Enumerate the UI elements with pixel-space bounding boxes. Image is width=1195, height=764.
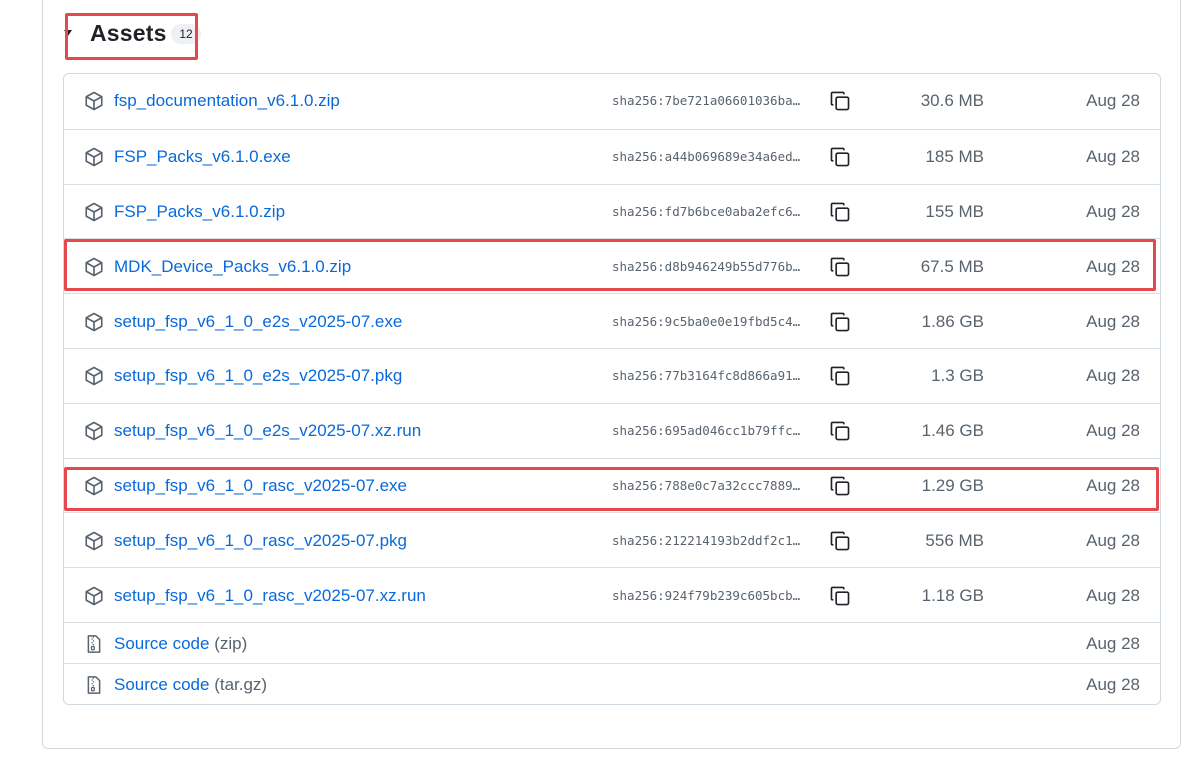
source-code-format: (tar.gz): [214, 674, 268, 694]
sha256-digest: sha256:d8b946249b55d776b…: [612, 258, 801, 274]
asset-row: setup_fsp_v6_1_0_rasc_v2025-07.exe sha256…: [64, 457, 1160, 513]
asset-link[interactable]: setup_fsp_v6_1_0_e2s_v2025-07.pkg: [114, 366, 402, 386]
asset-row: setup_fsp_v6_1_0_e2s_v2025-07.pkg sha256:…: [64, 348, 1160, 403]
source-code-row: Source code (zip) Aug 28: [64, 622, 1160, 663]
asset-date: Aug 28: [1086, 530, 1140, 550]
assets-count-badge: 12: [171, 24, 201, 44]
copy-icon[interactable]: [829, 530, 851, 552]
asset-row: setup_fsp_v6_1_0_e2s_v2025-07.xz.run sha2…: [64, 402, 1160, 458]
copy-icon[interactable]: [829, 201, 851, 223]
asset-link[interactable]: setup_fsp_v6_1_0_e2s_v2025-07.exe: [114, 312, 402, 332]
file-zip-icon: [84, 634, 104, 654]
asset-size: 155 MB: [925, 201, 984, 221]
copy-icon[interactable]: [829, 475, 851, 497]
asset-row: FSP_Packs_v6.1.0.exe sha256:a44b069689e34…: [64, 128, 1160, 184]
asset-link[interactable]: setup_fsp_v6_1_0_rasc_v2025-07.xz.run: [114, 586, 426, 606]
copy-icon[interactable]: [829, 311, 851, 333]
copy-icon[interactable]: [829, 146, 851, 168]
package-icon: [84, 257, 104, 277]
sha256-digest: sha256:77b3164fc8d866a91…: [612, 368, 801, 384]
package-icon: [84, 476, 104, 496]
source-code-date: Aug 28: [1086, 633, 1140, 653]
asset-size: 67.5 MB: [920, 256, 984, 276]
asset-row: setup_fsp_v6_1_0_rasc_v2025-07.pkg sha256…: [64, 512, 1160, 567]
assets-list: fsp_documentation_v6.1.0.zip sha256:7be72…: [63, 73, 1161, 705]
asset-date: Aug 28: [1086, 421, 1140, 441]
asset-size: 185 MB: [925, 147, 984, 167]
sha256-digest: sha256:7be721a06601036ba…: [612, 93, 801, 109]
source-code-label: Source code: [114, 633, 210, 653]
source-code-date: Aug 28: [1086, 674, 1140, 694]
asset-link[interactable]: FSP_Packs_v6.1.0.zip: [114, 202, 285, 222]
assets-title[interactable]: Assets: [90, 20, 167, 47]
asset-link[interactable]: setup_fsp_v6_1_0_rasc_v2025-07.pkg: [114, 531, 407, 551]
asset-row: FSP_Packs_v6.1.0.zip sha256:fd7b6bce0aba2…: [64, 183, 1160, 239]
asset-row: fsp_documentation_v6.1.0.zip sha256:7be72…: [64, 74, 1160, 129]
package-icon: [84, 586, 104, 606]
package-icon: [84, 202, 104, 222]
sha256-digest: sha256:212214193b2ddf2c1…: [612, 532, 801, 548]
package-icon: [84, 531, 104, 551]
copy-icon[interactable]: [829, 90, 851, 112]
asset-date: Aug 28: [1086, 311, 1140, 331]
package-icon: [84, 421, 104, 441]
triangle-down-icon[interactable]: [64, 30, 72, 36]
copy-icon[interactable]: [829, 365, 851, 387]
sha256-digest: sha256:9c5ba0e0e19fbd5c4…: [612, 313, 801, 329]
source-code-link[interactable]: Source code (zip): [114, 634, 247, 654]
asset-date: Aug 28: [1086, 201, 1140, 221]
asset-date: Aug 28: [1086, 475, 1140, 495]
asset-date: Aug 28: [1086, 585, 1140, 605]
asset-link[interactable]: FSP_Packs_v6.1.0.exe: [114, 147, 291, 167]
package-icon: [84, 147, 104, 167]
sha256-digest: sha256:a44b069689e34a6ed…: [612, 149, 801, 165]
asset-row: setup_fsp_v6_1_0_rasc_v2025-07.xz.run sha…: [64, 567, 1160, 622]
asset-size: 1.86 GB: [921, 311, 984, 331]
asset-link[interactable]: setup_fsp_v6_1_0_rasc_v2025-07.exe: [114, 476, 407, 496]
asset-link[interactable]: fsp_documentation_v6.1.0.zip: [114, 91, 340, 111]
asset-size: 1.46 GB: [921, 421, 984, 441]
sha256-digest: sha256:fd7b6bce0aba2efc6…: [612, 203, 801, 219]
sha256-digest: sha256:924f79b239c605bcb…: [612, 587, 801, 603]
package-icon: [84, 366, 104, 386]
asset-size: 1.18 GB: [921, 585, 984, 605]
sha256-digest: sha256:788e0c7a32ccc7889…: [612, 477, 801, 493]
copy-icon[interactable]: [829, 585, 851, 607]
asset-link[interactable]: setup_fsp_v6_1_0_e2s_v2025-07.xz.run: [114, 421, 421, 441]
asset-date: Aug 28: [1086, 91, 1140, 111]
asset-size: 1.3 GB: [931, 366, 984, 386]
asset-row: setup_fsp_v6_1_0_e2s_v2025-07.exe sha256:…: [64, 293, 1160, 348]
asset-date: Aug 28: [1086, 366, 1140, 386]
file-zip-icon: [84, 675, 104, 695]
source-code-label: Source code: [114, 674, 210, 694]
sha256-digest: sha256:695ad046cc1b79ffc…: [612, 423, 801, 439]
asset-size: 1.29 GB: [921, 475, 984, 495]
source-code-row: Source code (tar.gz) Aug 28: [64, 663, 1160, 704]
asset-date: Aug 28: [1086, 147, 1140, 167]
source-code-link[interactable]: Source code (tar.gz): [114, 675, 267, 695]
asset-size: 556 MB: [925, 530, 984, 550]
package-icon: [84, 312, 104, 332]
asset-row: MDK_Device_Packs_v6.1.0.zip sha256:d8b946…: [64, 238, 1160, 293]
source-code-format: (zip): [214, 633, 248, 653]
copy-icon[interactable]: [829, 256, 851, 278]
copy-icon[interactable]: [829, 420, 851, 442]
package-icon: [84, 91, 104, 111]
asset-date: Aug 28: [1086, 256, 1140, 276]
asset-link[interactable]: MDK_Device_Packs_v6.1.0.zip: [114, 257, 351, 277]
asset-size: 30.6 MB: [920, 91, 984, 111]
